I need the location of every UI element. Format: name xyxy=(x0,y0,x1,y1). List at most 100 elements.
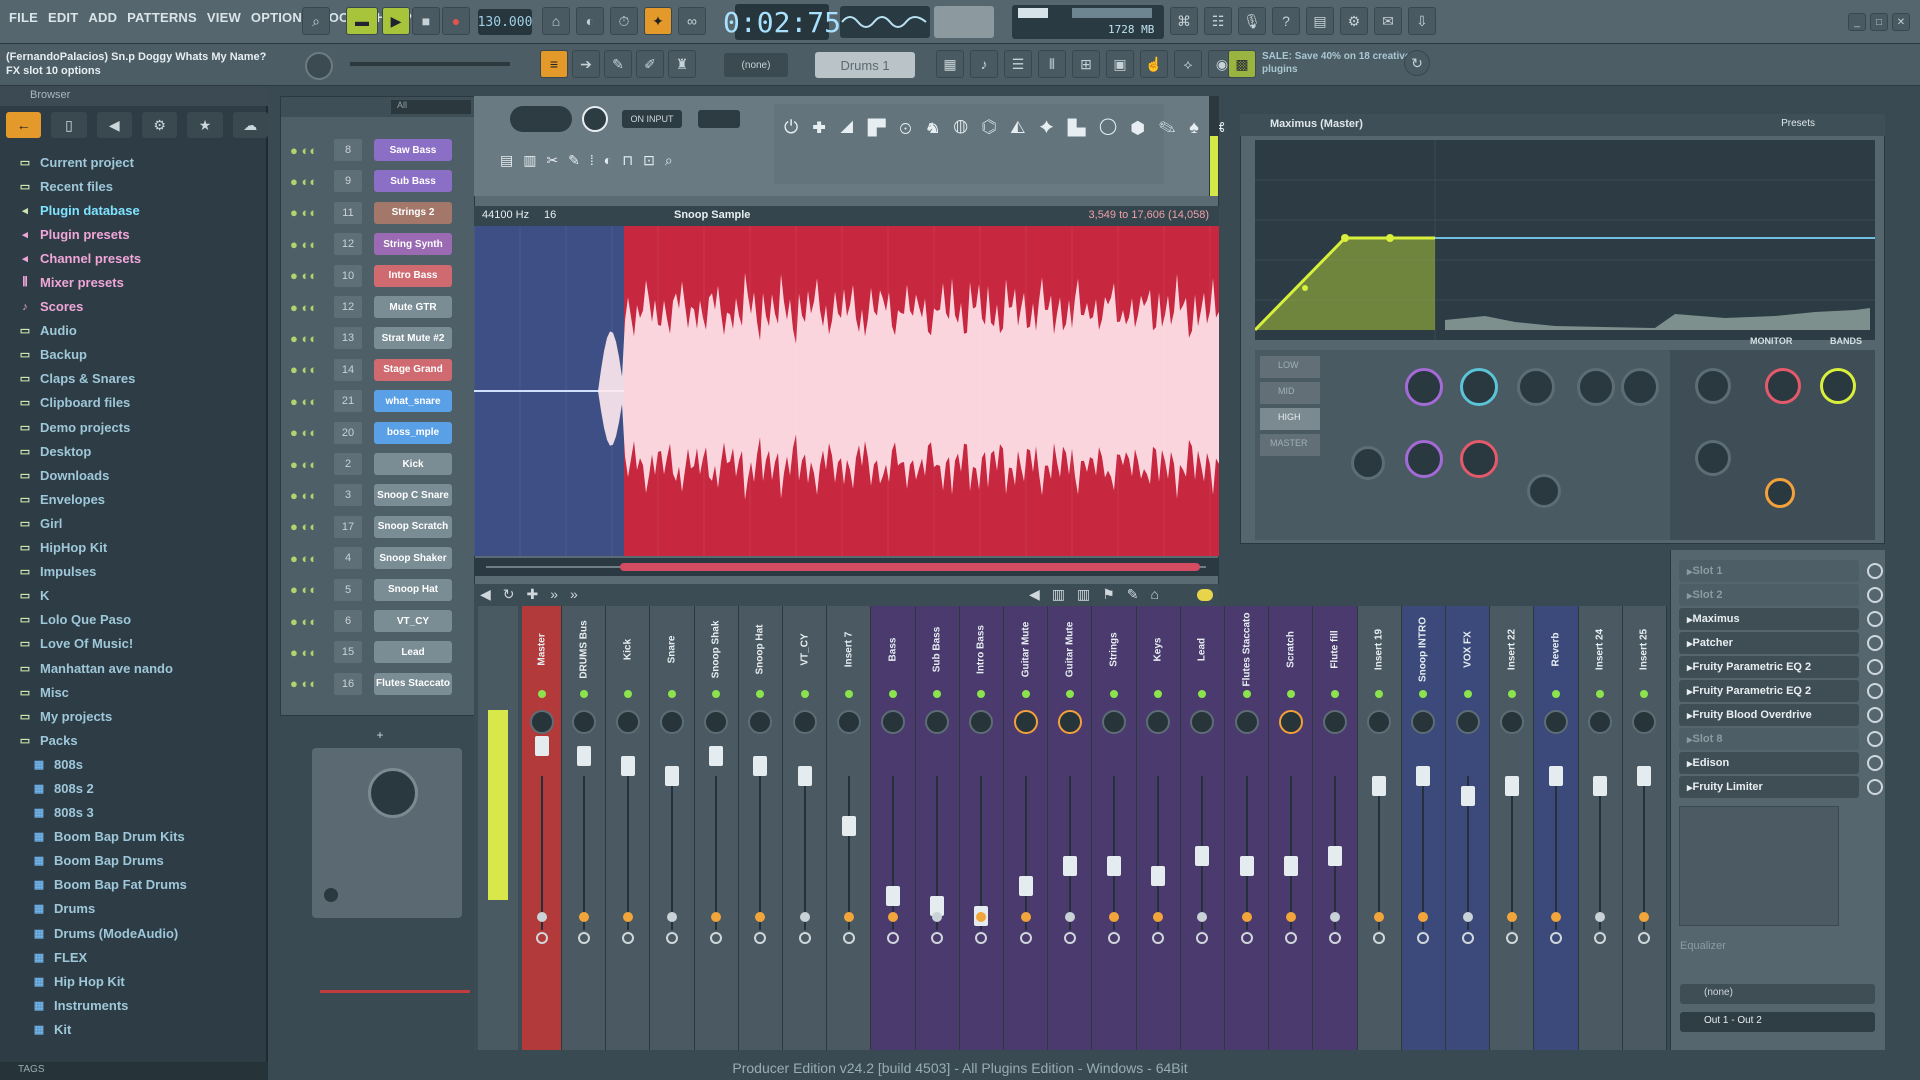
channel-controls[interactable]: ● ◐◐ xyxy=(290,488,334,503)
mixer-strip[interactable]: DRUMS Bus xyxy=(562,606,607,1050)
channel-controls[interactable]: ● ◐◐ xyxy=(290,362,334,377)
pan-knob[interactable] xyxy=(1499,710,1524,734)
browser-item[interactable]: ▭ Lolo Que Paso xyxy=(0,608,268,632)
channel-mixer-track[interactable]: 5 xyxy=(334,578,362,601)
mixer-view-icon[interactable]: ⦀ xyxy=(1038,50,1066,78)
channel-mixer-track[interactable]: 14 xyxy=(334,358,362,381)
route-led[interactable] xyxy=(932,912,943,922)
band-high[interactable]: HIGH xyxy=(1260,408,1320,430)
mute-led[interactable] xyxy=(1286,690,1295,698)
pan-knob[interactable] xyxy=(1543,710,1568,734)
edit-tools[interactable]: ▤▥✂✎⁞◐⊓⊡⌕ xyxy=(500,152,720,174)
transport-mini[interactable] xyxy=(510,106,572,132)
channel-mixer-track[interactable]: 2 xyxy=(334,453,362,475)
stereo-separation-knob[interactable] xyxy=(1505,932,1518,944)
brush-icon[interactable]: ✐ xyxy=(636,50,664,78)
channel-row[interactable]: ● ◐◐ 21 what_snare xyxy=(290,387,476,415)
channel-row[interactable]: ● ◐◐ 8 Saw Bass xyxy=(290,136,476,164)
band-knob-4[interactable] xyxy=(1577,368,1615,406)
plugin-toggle[interactable] xyxy=(324,888,338,902)
mixer-strip[interactable]: Snoop Hat xyxy=(738,606,783,1050)
stamp-icon[interactable]: ♜ xyxy=(668,50,696,78)
channel-mixer-track[interactable]: 8 xyxy=(334,139,362,161)
tempo-display[interactable]: 130.000 xyxy=(478,9,532,35)
mixer-strip[interactable]: Guitar Mute xyxy=(1048,606,1093,1050)
pan-knob[interactable] xyxy=(1013,710,1038,734)
browser-item[interactable]: ▭ Impulses xyxy=(0,560,268,584)
channel-row[interactable]: ● ◐◐ 10 Intro Bass xyxy=(290,262,476,290)
volume-fader[interactable] xyxy=(797,766,812,786)
channel-controls[interactable]: ● ◐◐ xyxy=(290,614,334,629)
channel-controls[interactable]: ● ◐◐ xyxy=(290,300,334,315)
pan-knob[interactable] xyxy=(1190,710,1215,734)
route-led[interactable] xyxy=(1329,912,1340,922)
menu-view[interactable]: VIEW xyxy=(202,10,246,32)
stereo-separation-knob[interactable] xyxy=(886,932,899,944)
power-icon[interactable] xyxy=(1867,563,1883,579)
channel-name-button[interactable]: what_snare xyxy=(374,390,452,413)
mute-led[interactable] xyxy=(1198,690,1207,698)
mixer-strip[interactable]: Bass xyxy=(871,606,916,1050)
mixer-strip[interactable]: Insert 22 xyxy=(1490,606,1535,1050)
band-knob-7[interactable] xyxy=(1460,440,1498,478)
browser-item[interactable]: ▭ Audio xyxy=(0,319,268,343)
power-icon[interactable] xyxy=(1867,731,1883,747)
channel-name-button[interactable]: Intro Bass xyxy=(374,264,452,287)
insert-slot[interactable]: ▸ Patcher xyxy=(1679,632,1883,654)
channel-mixer-track[interactable]: 11 xyxy=(334,201,362,224)
search-icon[interactable]: ⌕ xyxy=(302,7,330,35)
mute-led[interactable] xyxy=(1463,690,1472,698)
mixer-strip[interactable]: VT_CY xyxy=(783,606,828,1050)
mute-led[interactable] xyxy=(579,690,588,698)
insert-slot[interactable]: ▸ Maximus xyxy=(1679,608,1883,630)
volume-fader[interactable] xyxy=(1283,856,1298,876)
add-channel-button[interactable]: + xyxy=(280,728,480,742)
route-led[interactable] xyxy=(536,912,547,922)
band-knob-3[interactable] xyxy=(1517,368,1555,406)
mute-led[interactable] xyxy=(1375,690,1384,698)
channel-mixer-track[interactable]: 12 xyxy=(334,233,362,256)
channel-name-button[interactable]: Lead xyxy=(374,641,452,664)
insert-slot[interactable]: ▸ Fruity Limiter xyxy=(1679,776,1883,798)
power-icon[interactable] xyxy=(1867,611,1883,627)
pan-knob[interactable] xyxy=(836,710,861,734)
channel-controls[interactable]: ● ◐◐ xyxy=(290,268,334,283)
browser-item[interactable]: ▦ 808s 3 xyxy=(0,801,268,825)
band-master[interactable]: MASTER xyxy=(1260,434,1320,456)
output-select[interactable]: Out 1 - Out 2 xyxy=(1680,1012,1875,1032)
volume-fader[interactable] xyxy=(1327,846,1342,866)
channel-row[interactable]: ● ◐◐ 15 Lead xyxy=(290,638,476,666)
snap-indicator[interactable] xyxy=(1197,589,1213,601)
channel-controls[interactable]: ● ◐◐ xyxy=(290,425,334,440)
menu-file[interactable]: FILE xyxy=(4,10,43,32)
star-icon[interactable]: ★ xyxy=(187,112,223,138)
channel-name-button[interactable]: String Synth xyxy=(374,233,452,256)
channel-mixer-track[interactable]: 3 xyxy=(334,484,362,507)
stereo-separation-knob[interactable] xyxy=(1019,932,1032,944)
mixer-strip[interactable]: Insert 19 xyxy=(1357,606,1402,1050)
channel-name-button[interactable]: Kick xyxy=(374,453,452,475)
mute-led[interactable] xyxy=(844,690,853,698)
band-knob-9[interactable] xyxy=(1527,474,1561,508)
bottom-right-tools[interactable]: ◀▥▥⚑✎⌂ xyxy=(1029,586,1171,603)
volume-fader[interactable] xyxy=(620,756,635,776)
stereo-separation-knob[interactable] xyxy=(798,932,811,944)
channel-name-button[interactable]: Snoop C Snare xyxy=(374,484,452,507)
monitor-tab[interactable]: MONITOR xyxy=(1750,336,1810,348)
channel-row[interactable]: ● ◐◐ 12 Mute GTR xyxy=(290,293,476,321)
channel-mixer-track[interactable]: 15 xyxy=(334,641,362,664)
hint-icon[interactable]: ⟡ xyxy=(1174,50,1202,78)
stereo-separation-knob[interactable] xyxy=(1549,932,1562,944)
band-selector[interactable]: LOW MID HIGH MASTER xyxy=(1260,356,1320,466)
arrow-right-icon[interactable]: ➔ xyxy=(572,50,600,78)
browser-item[interactable]: ▭ Manhattan ave nando xyxy=(0,656,268,680)
channel-name-button[interactable]: Strat Mute #2 xyxy=(374,327,452,350)
mixer-strip[interactable]: VOX FX xyxy=(1446,606,1491,1050)
channel-mixer-track[interactable]: 6 xyxy=(334,610,362,632)
browser-item[interactable]: ▦ Boom Bap Drum Kits xyxy=(0,825,268,849)
browser-item[interactable]: ▭ Recent files xyxy=(0,174,268,198)
microphone-icon[interactable]: 🎙 xyxy=(1238,7,1266,35)
bottom-tools[interactable]: ◀↻✚»» xyxy=(480,586,590,603)
stereo-separation-knob[interactable] xyxy=(665,932,678,944)
mixer-strip[interactable]: Master xyxy=(522,606,562,1050)
